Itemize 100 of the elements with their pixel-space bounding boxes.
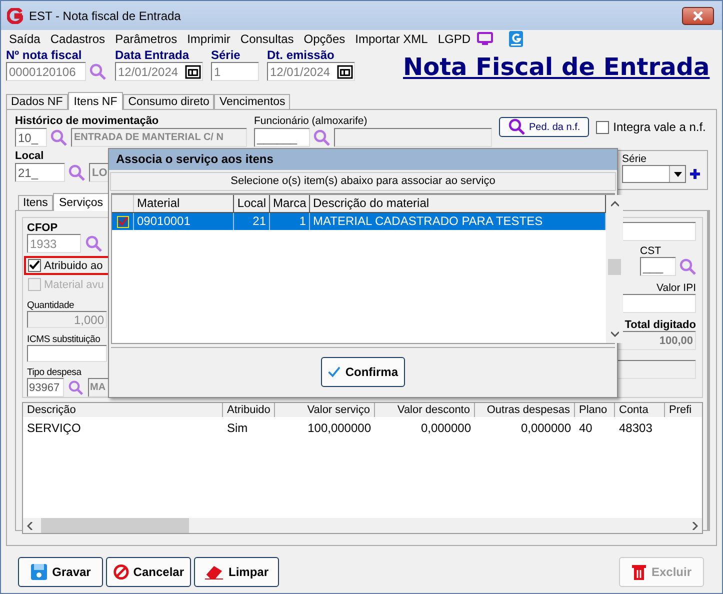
scrollbar-thumb[interactable] (41, 518, 189, 533)
code-field[interactable]: ______ (254, 128, 310, 147)
search-icon[interactable] (89, 62, 107, 80)
quantity-field: 1,000 (27, 311, 107, 328)
column-header[interactable]: Outras despesas (475, 403, 575, 417)
menu-item[interactable]: Saída (5, 32, 46, 46)
menu-item[interactable]: Cadastros (46, 32, 112, 46)
tab[interactable]: Consumo direto (123, 94, 214, 109)
menu-item[interactable]: Consultas (236, 32, 300, 46)
column-header[interactable]: Atribuido (223, 403, 275, 417)
calendar-icon[interactable] (185, 64, 201, 78)
grid-cell: 09010001 (134, 213, 234, 230)
text-field[interactable] (27, 345, 107, 362)
checkmark-icon (328, 364, 340, 378)
text-field[interactable]: 0000120106 (6, 62, 86, 81)
field-label: Série (211, 48, 242, 62)
description-field: MA (88, 378, 110, 397)
field-label: Nº nota fiscal (6, 48, 83, 62)
search-icon[interactable] (313, 128, 331, 146)
book-logo-icon[interactable] (508, 31, 523, 47)
menu-item[interactable]: Opções (300, 32, 352, 46)
table-cell-text: SERVIÇO (26, 421, 82, 435)
tab[interactable]: Itens NF (68, 92, 124, 110)
column-header[interactable]: Valor desconto (375, 403, 475, 417)
table-cell-text: 40 (578, 421, 594, 435)
close-button[interactable] (682, 6, 714, 24)
scrollbar-thumb[interactable] (608, 259, 621, 275)
plus-icon[interactable] (689, 168, 701, 180)
menu-item[interactable]: LGPD (434, 32, 477, 46)
grid-cell: 1 (270, 213, 310, 230)
field-label: Tipo despesa (27, 367, 82, 378)
code-field[interactable]: 93967 (27, 378, 64, 397)
calendar-icon[interactable] (337, 64, 353, 78)
checkbox[interactable] (596, 120, 610, 134)
description-field: ENTRADA DE MANTERIAL C/ N (71, 128, 247, 147)
column-header[interactable]: Plano (575, 403, 615, 417)
search-icon[interactable] (85, 234, 103, 252)
column-header[interactable]: Material (134, 195, 234, 212)
column-header[interactable]: Conta (615, 403, 665, 417)
dropdown-arrow-icon (674, 172, 682, 176)
table-cell-text: 0,000000 (520, 421, 572, 435)
tab[interactable]: Itens (18, 195, 53, 210)
search-icon[interactable] (68, 380, 84, 396)
confirm-button[interactable]: Confirma (321, 356, 405, 386)
action-button[interactable]: Limpar (194, 557, 279, 587)
column-header[interactable]: Prefi (665, 403, 702, 417)
column-header[interactable]: Local (234, 195, 270, 212)
dialog-instruction: Selecione o(s) item(s) abaixo para associar ao serviço (110, 172, 616, 191)
code-field[interactable]: 21_ (15, 163, 65, 182)
table-cell-text: 100,000000 (306, 421, 372, 435)
search-icon[interactable] (50, 128, 68, 146)
field-label: Valor IPI (656, 282, 696, 294)
search-icon (508, 118, 526, 136)
menu-item[interactable]: Importar XML (351, 32, 434, 46)
tab[interactable]: Dados NF (6, 94, 68, 109)
cfop-field[interactable]: 1933 (27, 234, 81, 253)
checkbox-label: Material avu (44, 278, 104, 290)
page-heading-link[interactable]: Nota Fiscal de Entrada (403, 53, 710, 81)
grid-cell: 21 (234, 213, 270, 230)
scroll-down-icon[interactable] (610, 331, 618, 337)
series-dropdown[interactable] (622, 165, 686, 183)
field-label: Total digitado (624, 319, 696, 331)
search-icon[interactable] (68, 164, 86, 182)
checkbox-label: Integra vale a n.f. (613, 120, 706, 134)
column-header[interactable]: Descrição (23, 403, 223, 417)
field-label: Dt. emissão (267, 48, 336, 62)
checkbox[interactable] (116, 216, 128, 228)
code-field[interactable]: 10_ (15, 128, 47, 147)
scroll-left-icon[interactable] (27, 522, 33, 530)
checkbox[interactable] (28, 259, 41, 272)
tab[interactable]: Serviços (52, 193, 110, 211)
no-entry-icon (113, 563, 130, 581)
search-icon[interactable] (679, 258, 697, 276)
vertical-scrollbar[interactable] (606, 195, 623, 343)
horizontal-scrollbar[interactable] (23, 518, 702, 533)
column-header[interactable]: Marca (270, 195, 310, 212)
table-cell-text: 0,000000 (420, 421, 472, 435)
field-label: Data Entrada (115, 48, 190, 62)
field-label: Histórico de movimentação (15, 115, 160, 127)
scroll-up-icon[interactable] (610, 201, 618, 207)
text-field[interactable]: 1 (211, 62, 259, 81)
scroll-right-icon[interactable] (692, 522, 698, 530)
close-icon (692, 10, 704, 20)
menu-item[interactable]: Imprimir (183, 32, 236, 46)
menu-item[interactable]: Parâmetros (111, 32, 184, 46)
table-cell-text: 48303 (618, 421, 654, 435)
action-button[interactable]: Cancelar (106, 557, 191, 587)
date-field[interactable]: 12/01/2024 (267, 62, 355, 81)
order-search-button[interactable]: Ped. da n.f. (499, 117, 590, 137)
column-header[interactable]: Valor serviço (275, 403, 375, 417)
field-label: CFOP (27, 222, 59, 234)
cst-field[interactable]: ___ (640, 257, 676, 276)
trash-icon (631, 563, 648, 581)
action-button[interactable]: Gravar (18, 557, 103, 587)
monitor-icon[interactable] (476, 32, 493, 46)
field-label: Funcionário (almoxarife) (254, 115, 368, 127)
tab[interactable]: Vencimentos (214, 94, 290, 109)
grid-row[interactable]: 09010001 21 1 MATERIAL CADASTRADO PARA TESTES (112, 213, 606, 230)
date-field[interactable]: 12/01/2024 (115, 62, 203, 81)
eraser-icon (204, 564, 224, 580)
